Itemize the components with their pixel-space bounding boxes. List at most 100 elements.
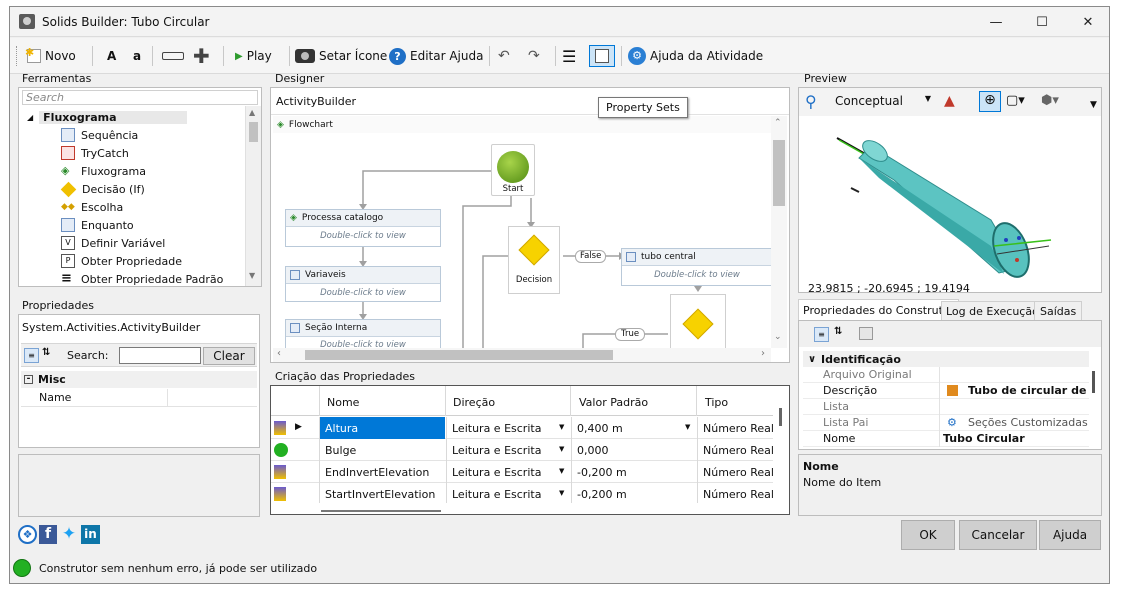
property-row[interactable]: Lista — [803, 399, 1089, 415]
activity-tubo-central[interactable]: tubo central Double-click to view — [621, 248, 773, 286]
cell-direcao[interactable]: Leitura e Escrita ▼ — [446, 417, 570, 439]
property-row[interactable]: Descrição Tubo de circular de — [803, 383, 1089, 399]
cell-direcao[interactable]: Leitura e Escrita ▼ — [446, 461, 570, 483]
scroll-thumb[interactable] — [305, 350, 613, 360]
false-branch-label: False — [575, 250, 607, 263]
tab-propriedades-construtor[interactable]: Propriedades do Construtor — [798, 299, 960, 321]
visual-style-dropdown[interactable]: Conceptual ▼ — [835, 94, 931, 111]
column-valor-padrao[interactable]: Valor Padrão — [579, 396, 648, 409]
cell-direcao[interactable]: Leitura e Escrita ▼ — [446, 483, 570, 503]
lowercase-button[interactable]: a — [133, 45, 141, 67]
construtor-scroll-thumb[interactable] — [1092, 371, 1095, 393]
flowchart-canvas[interactable]: ◈ Flowchart Start ◈ Processa catalogo Do… — [273, 116, 789, 362]
column-direcao[interactable]: Direção — [453, 396, 495, 409]
column-tipo[interactable]: Tipo — [705, 396, 728, 409]
close-button[interactable]: ✕ — [1065, 7, 1111, 37]
maximize-button[interactable]: ☐ — [1019, 7, 1065, 37]
shading-icon[interactable]: ⬢▾ — [1041, 93, 1059, 108]
view-cube-icon[interactable]: ▢▾ — [1006, 93, 1025, 108]
ferramentas-scrollbar[interactable]: ▲ ▼ — [245, 106, 261, 286]
tree-item-obter-propriedade[interactable]: P Obter Propriedade — [61, 252, 223, 270]
clear-button[interactable]: Clear — [203, 347, 255, 365]
tree-group-fluxograma[interactable]: ◢ Fluxograma — [27, 108, 188, 126]
tree-item-obter-propriedade-padrao[interactable]: ≡ Obter Propriedade Padrão — [61, 270, 223, 288]
site-icon[interactable]: ❖ — [18, 525, 37, 544]
ferramentas-search-input[interactable]: Search — [22, 90, 258, 105]
table-row[interactable]: EndInvertElevation Leitura e Escrita ▼ -… — [271, 461, 773, 483]
designer-breadcrumb[interactable]: ActivityBuilder — [276, 95, 356, 108]
tree-item-sequencia[interactable]: Sequência — [61, 126, 223, 144]
criacao-vscrollbar[interactable] — [775, 388, 787, 510]
play-button[interactable]: ▶ Play — [235, 45, 272, 67]
property-sets-button[interactable] — [589, 45, 615, 67]
categorized-icon[interactable]: ≡ — [24, 348, 39, 363]
orbit-icon[interactable]: ⊕ — [979, 91, 1001, 112]
tree-item-definir-variavel[interactable]: V Definir Variável — [61, 234, 223, 252]
cell-nome[interactable]: EndInvertElevation — [320, 461, 445, 483]
novo-button[interactable]: ✱ Novo — [25, 45, 76, 67]
cell-valor[interactable]: 0,400 m ▼ — [571, 417, 696, 439]
tree-item-decisao[interactable]: Decisão (If) — [60, 180, 223, 198]
tree-item-enquanto[interactable]: Enquanto — [61, 216, 223, 234]
start-node[interactable]: Start — [491, 144, 535, 196]
identificacao-category[interactable]: ∨ Identificação — [803, 351, 1089, 367]
criacao-hscrollbar[interactable] — [321, 510, 441, 512]
tree-item-fluxograma[interactable]: ◈ Fluxograma — [61, 162, 223, 180]
tree-item-escolha[interactable]: ◆◆ Escolha — [61, 198, 223, 216]
scroll-thumb[interactable] — [773, 140, 785, 206]
name-property-row[interactable]: Name — [21, 389, 257, 407]
cell-direcao[interactable]: Leitura e Escrita ▼ — [446, 439, 570, 461]
sort-az-icon[interactable]: ⇅ — [834, 326, 842, 337]
cell-valor[interactable]: -0,200 m — [571, 483, 696, 503]
cell-nome[interactable]: Bulge — [320, 439, 445, 461]
cancelar-button[interactable]: Cancelar — [959, 520, 1037, 550]
table-row[interactable]: Bulge Leitura e Escrita ▼ 0,000 Número R… — [271, 439, 773, 461]
get-property-icon: P — [61, 254, 75, 268]
ajuda-atividade-button[interactable]: ⚙ Ajuda da Atividade — [628, 45, 763, 67]
property-row[interactable]: Arquivo Original — [803, 367, 1089, 383]
activity-variaveis[interactable]: Variaveis Double-click to view — [285, 266, 441, 302]
tree-item-label: Fluxograma — [81, 164, 146, 178]
zoom-icon[interactable]: ⚲ — [805, 92, 817, 111]
cell-nome[interactable]: Altura — [320, 417, 445, 439]
setar-icone-button[interactable]: Setar Ícone — [295, 45, 387, 67]
tree-item-label: Obter Propriedade — [81, 254, 182, 268]
designer-hscrollbar[interactable]: ‹ › — [273, 348, 771, 362]
collapse-button[interactable] — [162, 45, 184, 67]
tab-saidas[interactable]: Saídas — [1034, 301, 1083, 321]
activity-processa-catalogo[interactable]: ◈ Processa catalogo Double-click to view — [285, 209, 441, 247]
misc-category[interactable]: - Misc — [21, 371, 257, 388]
tab-log-execucao[interactable]: Log de Execução — [941, 301, 1044, 321]
cell-valor[interactable]: 0,000 — [571, 439, 696, 461]
categorized-icon[interactable]: ≡ — [814, 327, 829, 342]
ok-button[interactable]: OK — [901, 520, 955, 550]
property-row[interactable]: Lista Pai ⚙ Seções Customizadas — [803, 415, 1089, 431]
render-icon[interactable]: ▲ — [944, 93, 955, 109]
editar-ajuda-button[interactable]: ? Editar Ajuda — [389, 45, 483, 67]
settings-sliders-button[interactable]: ☰ — [562, 45, 576, 67]
ajuda-button[interactable]: Ajuda — [1039, 520, 1101, 550]
scroll-thumb[interactable] — [249, 122, 258, 142]
redo-button[interactable]: ↷ — [528, 45, 540, 67]
facebook-icon[interactable]: f — [39, 525, 57, 544]
scroll-thumb[interactable] — [779, 408, 782, 426]
property-pages-icon[interactable] — [859, 327, 873, 340]
uppercase-button[interactable]: A — [107, 45, 116, 67]
twitter-icon[interactable]: ✦ — [59, 525, 79, 544]
designer-vscrollbar[interactable]: ⌃ ⌄ — [771, 116, 787, 348]
propriedades-search-input[interactable] — [119, 347, 201, 364]
linkedin-icon[interactable]: in — [81, 525, 100, 544]
cell-valor[interactable]: -0,200 m — [571, 461, 696, 483]
minimize-button[interactable]: — — [973, 7, 1019, 37]
decision-node[interactable]: Decision — [508, 226, 560, 294]
tree-item-trycatch[interactable]: TryCatch — [61, 144, 223, 162]
property-row[interactable]: Nome Tubo Circular — [803, 431, 1089, 447]
undo-button[interactable]: ↶ — [498, 45, 510, 67]
cell-nome[interactable]: StartInvertElevation — [320, 483, 445, 503]
overflow-icon[interactable]: ▼ — [1090, 100, 1097, 110]
table-row[interactable]: ▶ Altura Leitura e Escrita ▼ 0,400 m ▼ N… — [271, 417, 773, 439]
table-row[interactable]: StartInvertElevation Leitura e Escrita ▼… — [271, 483, 773, 503]
sort-az-icon[interactable]: ⇅ — [42, 347, 50, 358]
column-nome[interactable]: Nome — [327, 396, 359, 409]
expand-button[interactable]: ✚ — [193, 45, 210, 67]
